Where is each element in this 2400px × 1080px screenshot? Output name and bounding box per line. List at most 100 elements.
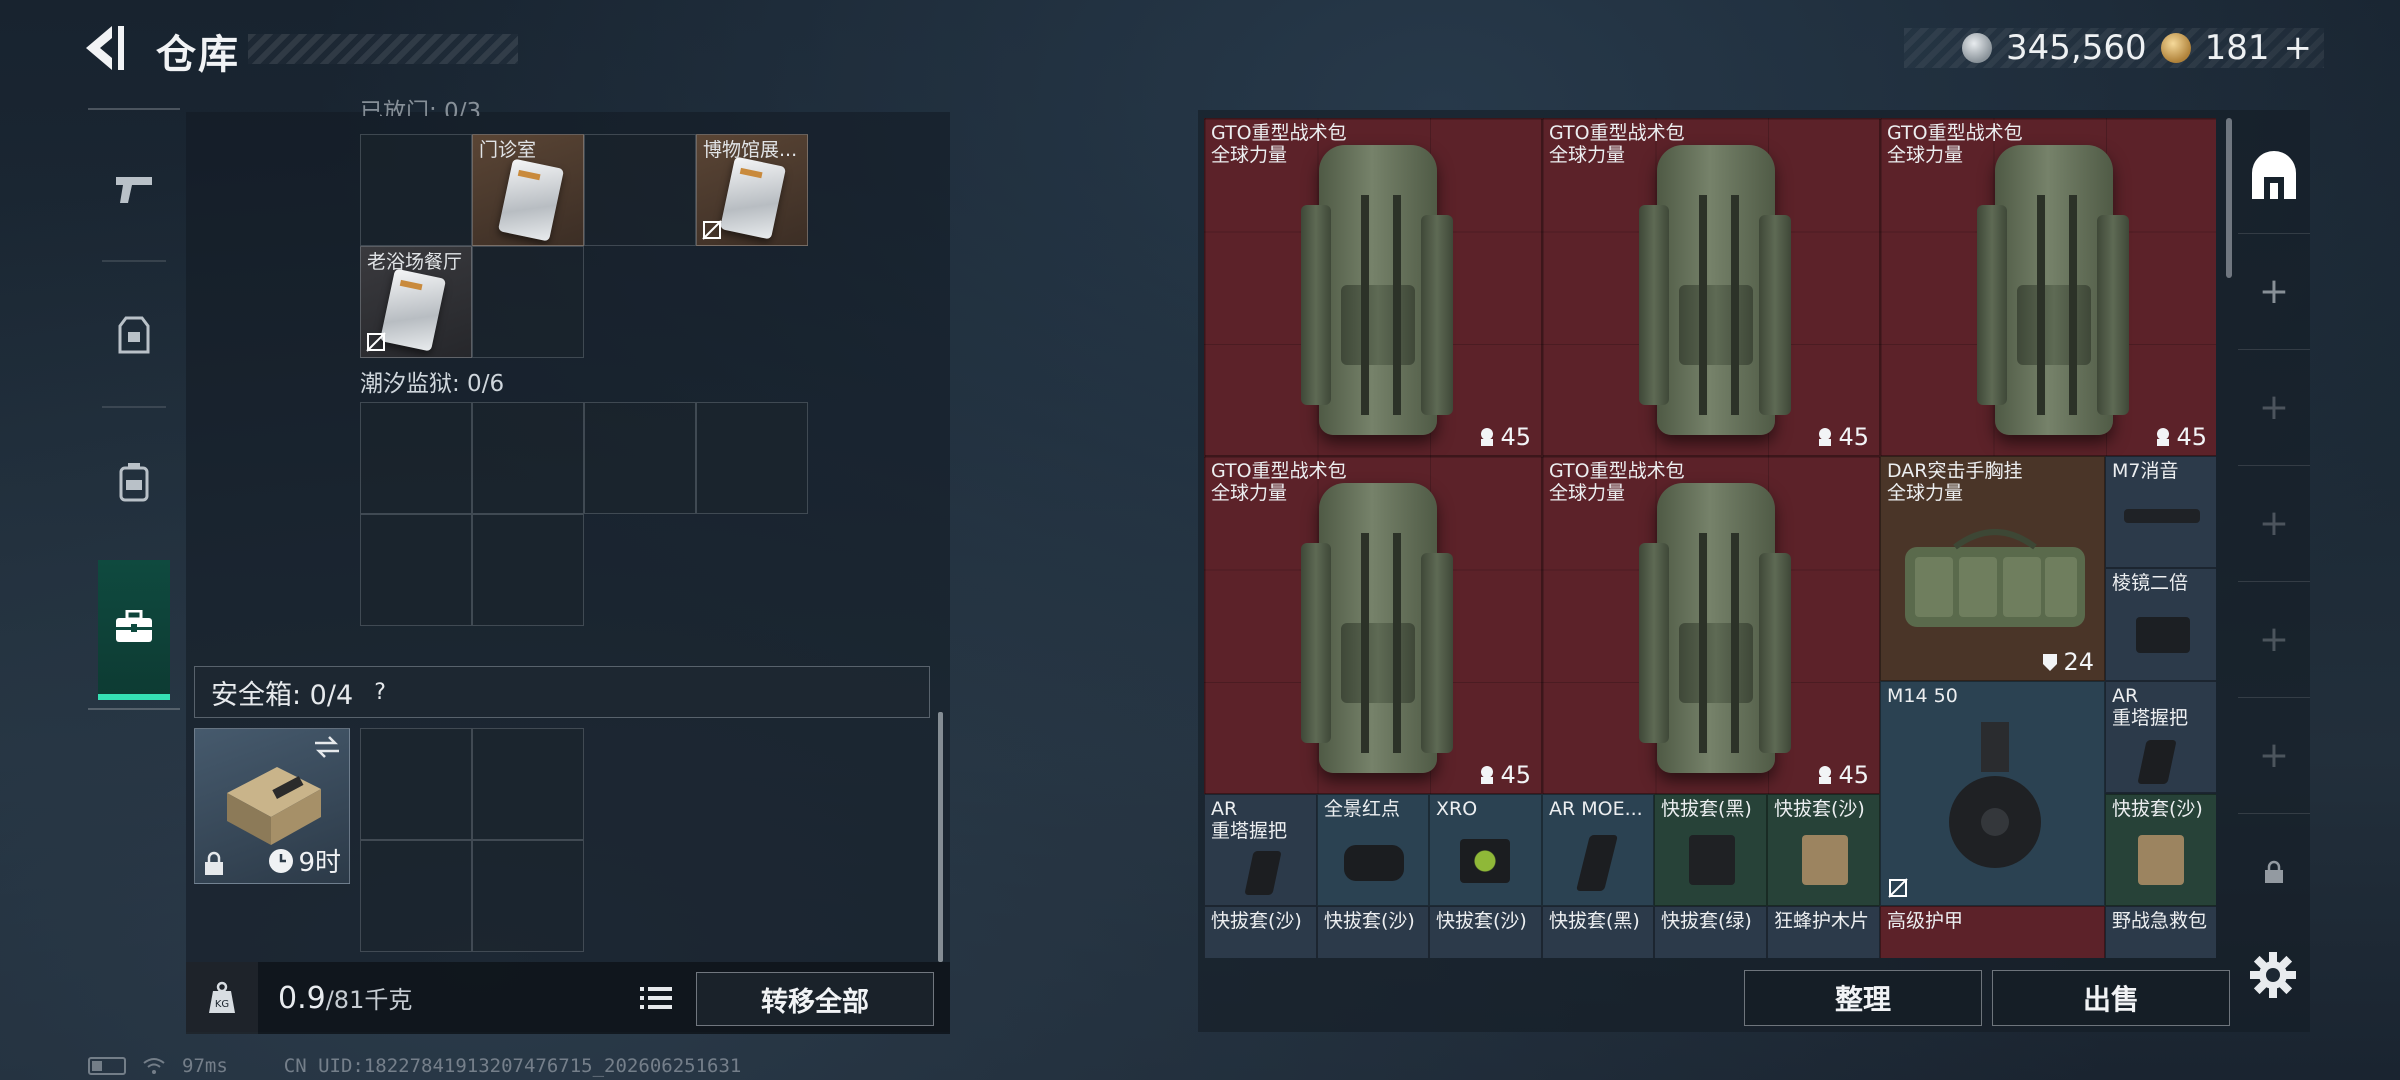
tab-weapons[interactable]: [88, 140, 180, 240]
item-label: 博物馆展...: [703, 139, 798, 161]
durability-icon: [1481, 428, 1494, 446]
empty-slot[interactable]: [696, 402, 808, 514]
magazine-item[interactable]: M14 50: [1880, 681, 2105, 906]
add-tab-button[interactable]: +: [2238, 698, 2310, 814]
moe-grip-item[interactable]: AR MOE...: [1542, 794, 1654, 906]
holster-image: [1802, 835, 1848, 885]
grip-image: [1576, 835, 1618, 891]
tab-backpack[interactable]: [88, 432, 180, 532]
sell-button[interactable]: 出售: [1992, 970, 2230, 1026]
add-tab-button[interactable]: +: [2238, 582, 2310, 698]
list-item[interactable]: 快拔套(沙): [1204, 906, 1317, 958]
sort-button[interactable]: 整理: [1744, 970, 1982, 1026]
item-count: 45: [2154, 423, 2207, 451]
backpack-item[interactable]: GTO重型战术包 全球力量 45: [1542, 456, 1880, 794]
list-item[interactable]: 快拔套(沙): [1429, 906, 1542, 958]
item-label: 狂蜂护木片: [1774, 910, 1870, 932]
item-label: 快拔套(沙): [2112, 798, 2203, 820]
grip-item[interactable]: AR 重塔握把: [1204, 794, 1317, 906]
swap-icon[interactable]: [313, 735, 341, 759]
tab-equipment[interactable]: [88, 286, 180, 386]
item-label: AR 重塔握把: [1211, 798, 1288, 842]
tab-warehouse[interactable]: [2238, 118, 2310, 234]
durability-icon: [1481, 766, 1494, 784]
empty-slot[interactable]: [584, 134, 696, 246]
keycard-museum[interactable]: 博物馆展...: [696, 134, 808, 246]
item-label: 门诊室: [479, 139, 537, 161]
list-item[interactable]: 快拔套(绿): [1654, 906, 1767, 958]
empty-slot[interactable]: [472, 246, 584, 358]
suppressor-item[interactable]: M7消音: [2105, 456, 2216, 568]
grip-item[interactable]: AR 重塔握把: [2105, 681, 2216, 793]
safebox-item[interactable]: 9时: [194, 728, 350, 884]
tab-items[interactable]: [98, 560, 170, 700]
locked-tab[interactable]: [2238, 814, 2310, 930]
item-label: 老浴场餐厅: [367, 251, 463, 273]
backpack-item[interactable]: GTO重型战术包 全球力量 45: [1542, 118, 1880, 456]
weight-icon: KG: [186, 962, 258, 1034]
gear-icon[interactable]: [2248, 950, 2298, 1000]
item-label: 全景红点: [1324, 798, 1401, 820]
timer-value: 9时: [298, 848, 341, 878]
list-item[interactable]: 野战急救包: [2105, 906, 2216, 958]
empty-slot[interactable]: [360, 402, 472, 514]
empty-slot[interactable]: [360, 840, 472, 952]
item-label: 快拔套(沙): [1324, 910, 1415, 932]
add-tab-button[interactable]: +: [2238, 466, 2310, 582]
item-label: DAR突击手胸挂 全球力量: [1887, 460, 2023, 504]
add-currency-button[interactable]: +: [2284, 28, 2313, 68]
empty-slot[interactable]: [360, 134, 472, 246]
warehouse-icon: [2252, 150, 2296, 199]
safebox-header: 安全箱: 0/4 ?: [194, 666, 930, 718]
back-arrow-icon[interactable]: [82, 22, 128, 74]
backpack-item[interactable]: GTO重型战术包 全球力量 45: [1204, 118, 1542, 456]
title-decoration: [248, 34, 518, 64]
container-tabs: + + + + +: [2238, 118, 2310, 954]
list-item[interactable]: 快拔套(黑): [1542, 906, 1654, 958]
gold-currency-value: 181: [2204, 28, 2270, 68]
vest-icon: [118, 316, 150, 354]
scope-image: [2136, 617, 2190, 653]
xro-item[interactable]: XRO: [1429, 794, 1542, 906]
add-tab-button[interactable]: +: [2238, 350, 2310, 466]
item-label: AR MOE...: [1549, 798, 1643, 820]
toolbox-icon: [116, 610, 152, 642]
backpack-icon: [119, 463, 149, 502]
red-dot-item[interactable]: 全景红点: [1317, 794, 1429, 906]
status-bar: 97ms CN UID:1822784191320747671​5_202606…: [88, 1054, 741, 1078]
holster-black-item[interactable]: 快拔套(黑): [1654, 794, 1767, 906]
scope-item[interactable]: 棱镜二倍: [2105, 568, 2216, 681]
backpack-item[interactable]: GTO重型战术包 全球力量 45: [1204, 456, 1542, 794]
empty-slot[interactable]: [472, 402, 584, 514]
empty-slot[interactable]: [360, 514, 472, 626]
holster-sand-item[interactable]: 快拔套(沙): [2105, 794, 2216, 906]
item-label: M7消音: [2112, 460, 2179, 482]
durability-icon: [2157, 428, 2170, 446]
item-label: 高级护甲: [1887, 910, 1964, 932]
list-item[interactable]: 狂蜂护木片: [1767, 906, 1880, 958]
list-item[interactable]: 快拔套(沙): [1317, 906, 1429, 958]
armor-icon: [2043, 654, 2058, 671]
help-icon[interactable]: ?: [365, 677, 395, 707]
holster-sand-item[interactable]: 快拔套(沙): [1767, 794, 1880, 906]
keycard-clinic[interactable]: 门诊室: [472, 134, 584, 246]
empty-slot[interactable]: [472, 514, 584, 626]
backpack-item[interactable]: GTO重型战术包 全球力量 45: [1880, 118, 2216, 456]
keycard-bathhouse[interactable]: 老浴场餐厅: [360, 246, 472, 358]
transfer-all-button[interactable]: 转移全部: [696, 972, 934, 1026]
list-item[interactable]: 高级护甲: [1880, 906, 2105, 958]
storage-scrollbar[interactable]: [938, 712, 943, 962]
add-tab-button[interactable]: +: [2238, 234, 2310, 350]
category-rail: [88, 108, 180, 712]
empty-slot[interactable]: [472, 840, 584, 952]
grip-image: [1244, 851, 1282, 895]
empty-slot[interactable]: [584, 402, 696, 514]
chest-rig-item[interactable]: DAR突击手胸挂 全球力量 24: [1880, 456, 2105, 681]
list-view-button[interactable]: [634, 976, 678, 1020]
item-label: 快拔套(沙): [1211, 910, 1302, 932]
empty-slot[interactable]: [472, 728, 584, 840]
inventory-scrollbar[interactable]: [2226, 118, 2232, 278]
empty-slot[interactable]: [360, 728, 472, 840]
no-drop-icon: [1888, 878, 1908, 898]
backpack-image: [1639, 135, 1791, 445]
